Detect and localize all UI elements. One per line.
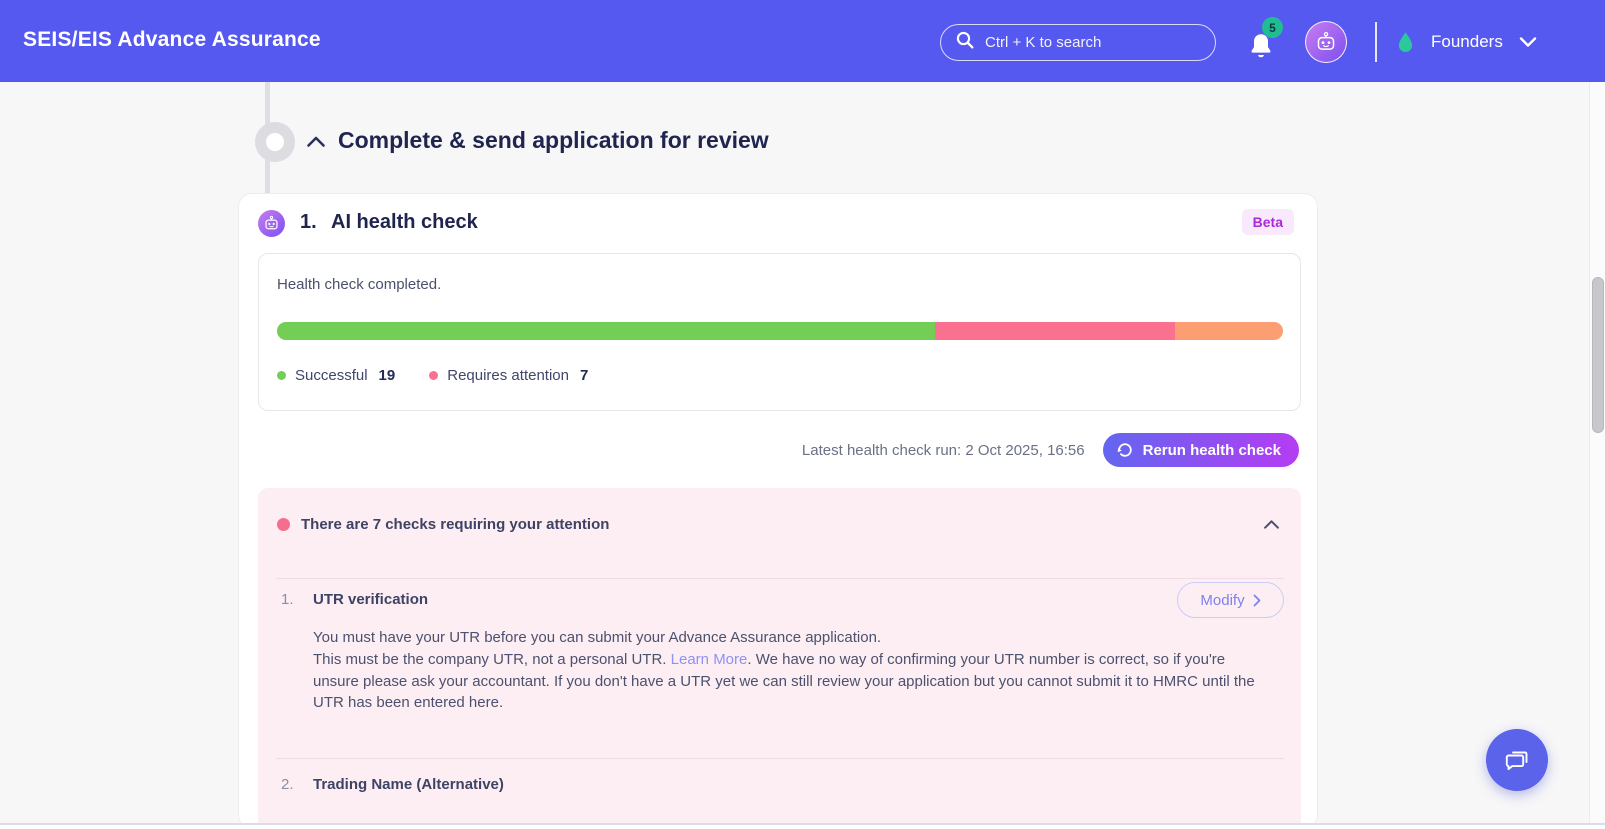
rerun-icon xyxy=(1117,443,1132,457)
card-step-number: 1. xyxy=(300,211,317,233)
droplet-icon xyxy=(1398,32,1413,52)
top-header: SEIS/EIS Advance Assurance 5 xyxy=(0,0,1605,82)
successful-dot-icon xyxy=(277,371,286,380)
card-title: AI health check xyxy=(331,211,478,233)
legend-successful: Successful 19 xyxy=(277,367,395,384)
user-avatar[interactable] xyxy=(1305,21,1347,63)
check-item-title: UTR verification xyxy=(313,591,429,608)
attention-divider xyxy=(276,578,1284,579)
successful-count: 19 xyxy=(378,367,396,384)
progress-legend: Successful 19 Requires attention 7 xyxy=(277,367,588,384)
modify-button[interactable]: Modify xyxy=(1177,582,1284,618)
chevron-down-icon xyxy=(1519,37,1537,47)
last-run-text: Latest health check run: 2 Oct 2025, 16:… xyxy=(801,441,1085,459)
attention-dot-badge xyxy=(277,518,290,531)
notifications-button[interactable]: 5 xyxy=(1243,17,1283,65)
robot-avatar-icon xyxy=(1317,31,1335,50)
window-bottom-strip xyxy=(0,825,1605,829)
description-line1: You must have your UTR before you can su… xyxy=(313,629,882,646)
global-search[interactable] xyxy=(940,24,1216,61)
search-icon xyxy=(955,30,975,55)
attention-dot-icon xyxy=(429,371,439,380)
successful-label: Successful xyxy=(295,367,368,384)
account-menu[interactable]: Founders xyxy=(1396,22,1537,62)
section-title: Complete & send application for review xyxy=(338,127,769,153)
chevron-up-icon xyxy=(1263,519,1279,529)
progress-segment-attention xyxy=(934,322,1176,340)
health-summary-box: Health check completed. Successful 19 Re… xyxy=(258,253,1301,411)
section-collapse-button[interactable] xyxy=(303,128,329,154)
health-check-card: 1. AI health check Beta Health check com… xyxy=(238,193,1318,829)
attention-divider xyxy=(276,758,1284,759)
health-progress-bar xyxy=(277,322,1283,340)
chevron-right-icon xyxy=(1253,594,1260,606)
description-line2-start: This must be the company UTR, not a pers… xyxy=(313,650,671,668)
timeline-step-dot xyxy=(255,122,295,162)
account-name: Founders xyxy=(1431,32,1503,51)
header-divider xyxy=(1375,22,1377,62)
attention-label: Requires attention xyxy=(447,367,569,384)
app-window: SEIS/EIS Advance Assurance 5 xyxy=(0,0,1605,829)
check-item-description: You must have your UTR before you can su… xyxy=(313,627,1271,714)
health-meta-row: Latest health check run: 2 Oct 2025, 16:… xyxy=(802,433,1299,467)
rerun-label: Rerun health check xyxy=(1142,441,1281,459)
progress-segment-successful xyxy=(277,322,935,340)
beta-badge: Beta xyxy=(1241,209,1294,235)
check-item-number: 1. xyxy=(281,591,294,608)
attention-count: 7 xyxy=(579,367,589,384)
learn-more-link[interactable]: Learn More xyxy=(671,651,748,668)
check-item-number: 2. xyxy=(281,776,294,793)
attention-collapse-button[interactable] xyxy=(1260,513,1282,535)
chat-bubbles-icon xyxy=(1505,751,1528,771)
attention-panel: There are 7 checks requiring your attent… xyxy=(258,488,1301,828)
check-item-title: Trading Name (Alternative) xyxy=(313,776,504,793)
chat-widget-button[interactable] xyxy=(1486,729,1548,791)
health-status-text: Health check completed. xyxy=(277,276,442,293)
legend-attention: Requires attention 7 xyxy=(429,367,588,384)
progress-segment-warning xyxy=(1175,322,1283,340)
ai-robot-icon xyxy=(258,210,285,237)
scrollbar-thumb[interactable] xyxy=(1592,277,1604,433)
attention-panel-header: There are 7 checks requiring your attent… xyxy=(301,516,610,533)
notification-count-badge: 5 xyxy=(1262,17,1283,38)
search-input[interactable] xyxy=(985,34,1201,51)
modify-label: Modify xyxy=(1200,591,1245,609)
chevron-up-icon xyxy=(307,136,325,147)
rerun-health-check-button[interactable]: Rerun health check xyxy=(1102,433,1299,467)
scrollbar-track[interactable] xyxy=(1589,82,1605,823)
page-title: SEIS/EIS Advance Assurance xyxy=(23,28,321,51)
